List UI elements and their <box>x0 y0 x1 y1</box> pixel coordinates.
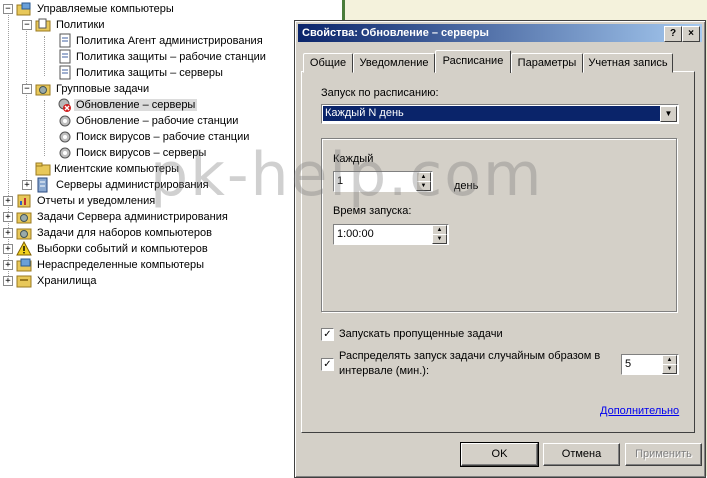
tree-item-label: Нераспределенные компьютеры <box>37 259 205 271</box>
tree-item-label: Серверы администрирования <box>56 179 209 191</box>
tree-item-label: Групповые задачи <box>56 83 150 95</box>
task-gear-icon <box>57 129 73 145</box>
expand-icon[interactable]: + <box>3 212 13 222</box>
policy-icon <box>57 33 73 49</box>
collapse-icon[interactable]: − <box>22 20 32 30</box>
apply-button[interactable]: Применить <box>625 443 702 466</box>
expand-icon[interactable]: + <box>22 180 32 190</box>
tree-item-label: Обновление – рабочие станции <box>76 115 239 127</box>
cancel-button[interactable]: Отмена <box>543 443 620 466</box>
dialog-titlebar[interactable]: Свойства: Обновление – серверы ? × <box>298 24 702 42</box>
ok-button[interactable]: OK <box>460 442 539 467</box>
tree-item-label: Политика Агент администрирования <box>76 35 263 47</box>
tree-line <box>8 12 9 282</box>
tree-item-label: Хранилища <box>37 275 97 287</box>
folder-icon <box>35 161 51 177</box>
tree-item-label: Поиск вирусов – серверы <box>76 147 207 159</box>
tree-item-label: Обновление – серверы <box>74 99 198 111</box>
servers-icon <box>35 177 51 193</box>
storage-icon <box>16 273 32 289</box>
task-gear-icon <box>57 145 73 161</box>
background-window-header <box>342 0 707 20</box>
tree-item-label: Задачи для наборов компьютеров <box>37 227 213 239</box>
expand-icon[interactable]: + <box>3 244 13 254</box>
tree-item-label: Политика защиты – серверы <box>76 67 223 79</box>
tree-item-label: Управляемые компьютеры <box>37 3 174 15</box>
server-tasks-icon <box>16 209 32 225</box>
expand-icon[interactable]: + <box>3 260 13 270</box>
folder-policies-icon <box>35 17 51 33</box>
expand-icon[interactable]: + <box>3 276 13 286</box>
computer-tasks-icon <box>16 225 32 241</box>
tree-item-label: Задачи Сервера администрирования <box>37 211 228 223</box>
tree-item-label: Отчеты и уведомления <box>37 195 156 207</box>
tab-general[interactable]: Общие <box>303 53 353 73</box>
task-gear-icon <box>57 113 73 129</box>
unassigned-icon <box>16 257 32 273</box>
tree-line <box>44 100 45 156</box>
tab-notification[interactable]: Уведомление <box>353 53 435 73</box>
tab-account[interactable]: Учетная запись <box>583 53 673 73</box>
console-tree: − Управляемые компьютеры − Политики Поли… <box>0 0 300 476</box>
collapse-icon[interactable]: − <box>22 84 32 94</box>
expand-icon[interactable]: + <box>3 196 13 206</box>
dialog-title: Свойства: Обновление – серверы <box>302 27 489 39</box>
tab-parameters[interactable]: Параметры <box>511 53 583 73</box>
tree-line <box>44 36 45 76</box>
tree-item-label: Политика защиты – рабочие станции <box>76 51 266 63</box>
group-tasks-icon <box>35 81 51 97</box>
expand-icon[interactable]: + <box>3 228 13 238</box>
help-button[interactable]: ? <box>664 26 682 42</box>
task-error-icon <box>57 97 73 113</box>
close-button[interactable]: × <box>682 26 700 42</box>
schedule-tab-panel <box>301 71 695 433</box>
tree-item-label: Поиск вирусов – рабочие станции <box>76 131 250 143</box>
policy-icon <box>57 49 73 65</box>
reports-icon <box>16 193 32 209</box>
folder-computers-icon <box>16 1 32 17</box>
warning-icon <box>16 240 32 257</box>
tree-line <box>26 28 27 190</box>
tree-item-label: Выборки событий и компьютеров <box>37 243 208 255</box>
properties-dialog: Свойства: Обновление – серверы ? × Общие… <box>294 20 706 478</box>
policy-icon <box>57 65 73 81</box>
collapse-icon[interactable]: − <box>3 4 13 14</box>
tree-item-label: Клиентские компьютеры <box>54 163 180 175</box>
tab-schedule[interactable]: Расписание <box>435 50 511 73</box>
tree-item-label: Политики <box>56 19 105 31</box>
